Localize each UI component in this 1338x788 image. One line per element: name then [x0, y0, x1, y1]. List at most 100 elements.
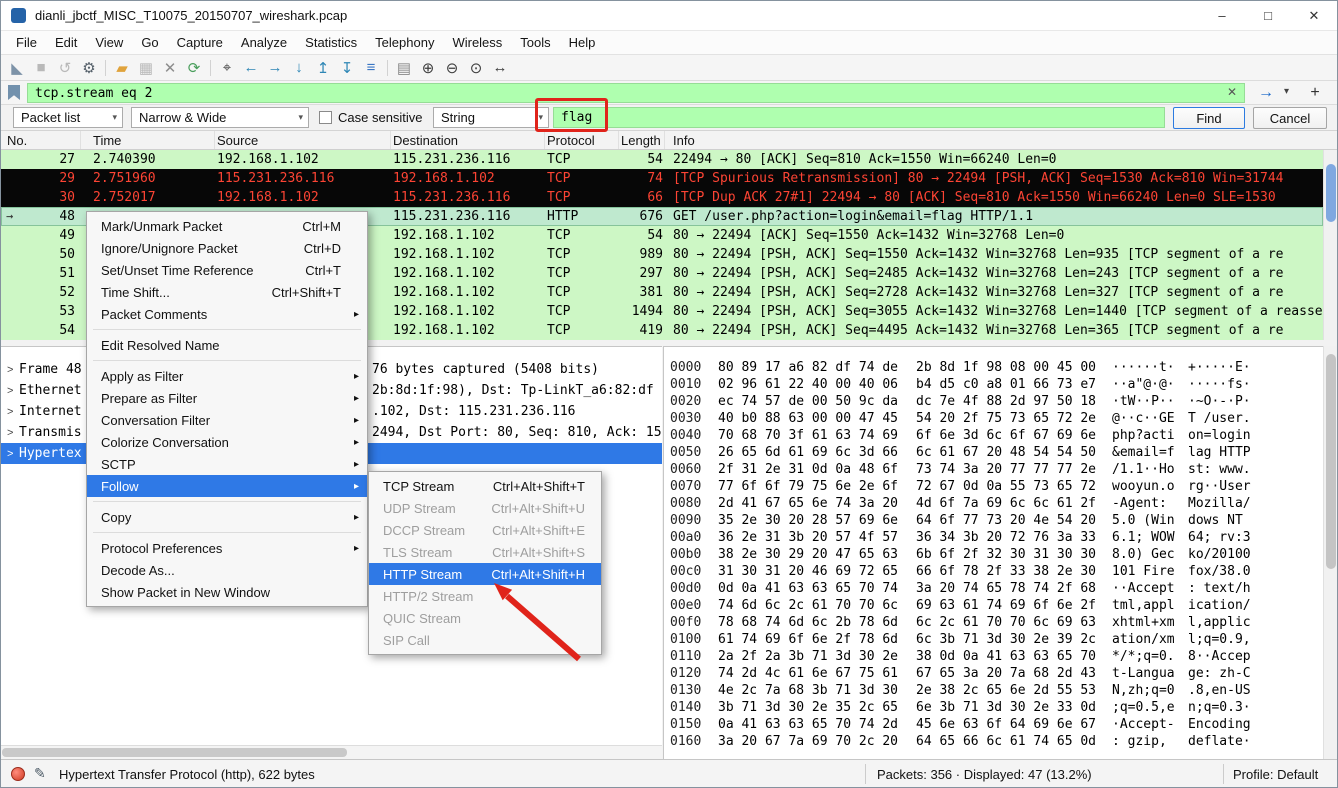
expand-arrow-icon[interactable]: > [1, 427, 19, 439]
close-button[interactable]: ✕ [1291, 1, 1337, 30]
packet-list-scrollbar[interactable] [1323, 150, 1337, 340]
apply-filter-button[interactable]: → [1253, 82, 1279, 103]
packet-row[interactable]: 29 2.751960 115.231.236.116 192.168.1.10… [1, 169, 1323, 188]
hex-row[interactable]: 00f0 78 68 74 6d 6c 2b 78 6d 6c 2c 61 70… [670, 614, 1323, 631]
first-packet-icon[interactable]: ↥ [311, 57, 335, 79]
cancel-button[interactable]: Cancel [1253, 107, 1327, 129]
column-header[interactable]: Info [665, 131, 1337, 149]
capture-options-icon[interactable]: ⚙ [77, 57, 101, 79]
context-menu-item[interactable]: Set/Unset Time Reference Ctrl+T [87, 259, 367, 281]
scrollbar-thumb[interactable] [2, 748, 347, 757]
hex-row[interactable]: 00e0 74 6d 6c 2c 61 70 70 6c 69 63 61 74… [670, 597, 1323, 614]
reload-icon[interactable]: ⟳ [182, 57, 206, 79]
menubar-item[interactable]: Analyze [232, 35, 296, 50]
submenu-item[interactable]: TCP Stream Ctrl+Alt+Shift+T [369, 475, 601, 497]
save-file-icon[interactable]: ▦ [134, 57, 158, 79]
last-packet-icon[interactable]: ↧ [335, 57, 359, 79]
forward-icon[interactable]: → [263, 57, 287, 79]
hex-row[interactable]: 0020 ec 74 57 de 00 50 9c da dc 7e 4f 88… [670, 393, 1323, 410]
search-input[interactable] [553, 107, 1165, 128]
toolbar-separator[interactable] [383, 57, 392, 79]
hex-row[interactable]: 0030 40 b0 88 63 00 00 47 45 54 20 2f 75… [670, 410, 1323, 427]
stop-capture-icon[interactable]: ■ [29, 57, 53, 79]
context-menu-item[interactable]: Conversation Filter ▸ [87, 409, 367, 431]
column-header[interactable]: Protocol [545, 131, 619, 149]
start-capture-icon[interactable]: ◣ [5, 57, 29, 79]
hex-row[interactable]: 00a0 36 2e 31 3b 20 57 4f 57 36 34 3b 20… [670, 529, 1323, 546]
context-menu-item[interactable]: Decode As... [87, 559, 367, 581]
find-packet-icon[interactable]: ⌖ [215, 57, 239, 79]
search-type-select[interactable]: String ▾ [433, 107, 549, 128]
context-menu-item[interactable] [87, 356, 367, 365]
zoom-out-icon[interactable]: ⊖ [440, 57, 464, 79]
filter-dropdown-caret-icon[interactable]: ▾ [1284, 86, 1289, 97]
column-header[interactable]: No. [1, 131, 81, 149]
hex-row[interactable]: 0150 0a 41 63 63 65 70 74 2d 45 6e 63 6f… [670, 716, 1323, 733]
context-menu-item[interactable]: Packet Comments ▸ [87, 303, 367, 325]
restart-capture-icon[interactable]: ↺ [53, 57, 77, 79]
hex-row[interactable]: 0010 02 96 61 22 40 00 40 06 b4 d5 c0 a8… [670, 376, 1323, 393]
autoscroll-icon[interactable]: ≡ [359, 57, 383, 79]
context-menu-item[interactable]: SCTP ▸ [87, 453, 367, 475]
hex-pane-scrollbar[interactable] [1323, 346, 1337, 759]
back-icon[interactable]: ← [239, 57, 263, 79]
submenu-item[interactable]: DCCP Stream Ctrl+Alt+Shift+E [369, 519, 601, 541]
maximize-button[interactable]: □ [1245, 1, 1291, 30]
context-menu-item[interactable]: Time Shift... Ctrl+Shift+T [87, 281, 367, 303]
case-sensitive-checkbox[interactable] [319, 111, 332, 124]
hex-row[interactable]: 0060 2f 31 2e 31 0d 0a 48 6f 73 74 3a 20… [670, 461, 1323, 478]
scrollbar-thumb[interactable] [1326, 164, 1336, 222]
menubar-item[interactable]: Go [132, 35, 167, 50]
context-menu-item[interactable]: Ignore/Unignore Packet Ctrl+D [87, 237, 367, 259]
context-menu-item[interactable]: Protocol Preferences ▸ [87, 537, 367, 559]
context-menu-item[interactable]: Prepare as Filter ▸ [87, 387, 367, 409]
find-button[interactable]: Find [1173, 107, 1245, 129]
expand-arrow-icon[interactable]: > [1, 406, 19, 418]
zoom-reset-icon[interactable]: ⊙ [464, 57, 488, 79]
expand-arrow-icon[interactable]: > [1, 385, 19, 397]
menubar-item[interactable]: Edit [46, 35, 86, 50]
column-header[interactable]: Destination [391, 131, 545, 149]
expand-arrow-icon[interactable]: > [1, 364, 19, 376]
menubar-item[interactable]: Wireless [443, 35, 511, 50]
context-menu-item[interactable] [87, 497, 367, 506]
charset-select[interactable]: Narrow & Wide ▾ [131, 107, 309, 128]
toolbar-separator[interactable] [101, 57, 110, 79]
menubar-item[interactable]: Capture [168, 35, 232, 50]
column-header[interactable]: Length [619, 131, 665, 149]
hex-row[interactable]: 0000 80 89 17 a6 82 df 74 de 2b 8d 1f 98… [670, 359, 1323, 376]
packet-row[interactable]: 30 2.752017 192.168.1.102 115.231.236.11… [1, 188, 1323, 207]
clear-filter-icon[interactable]: ✕ [1227, 85, 1237, 99]
menubar-item[interactable]: Tools [511, 35, 559, 50]
hex-row[interactable]: 0100 61 74 69 6f 6e 2f 78 6d 6c 3b 71 3d… [670, 631, 1323, 648]
goto-packet-icon[interactable]: ↓ [287, 57, 311, 79]
hex-row[interactable]: 0080 2d 41 67 65 6e 74 3a 20 4d 6f 7a 69… [670, 495, 1323, 512]
toolbar-separator[interactable] [206, 57, 215, 79]
colorize-icon[interactable]: ▤ [392, 57, 416, 79]
open-file-icon[interactable]: ▰ [110, 57, 134, 79]
capture-comment-icon[interactable]: ✎ [34, 765, 46, 782]
expand-arrow-icon[interactable]: > [1, 448, 19, 460]
context-menu-item[interactable]: Edit Resolved Name [87, 334, 367, 356]
menubar-item[interactable]: Help [560, 35, 605, 50]
context-menu-item[interactable] [87, 528, 367, 537]
hex-row[interactable]: 0140 3b 71 3d 30 2e 35 2c 65 6e 3b 71 3d… [670, 699, 1323, 716]
hex-row[interactable]: 0120 74 2d 4c 61 6e 67 75 61 67 65 3a 20… [670, 665, 1323, 682]
context-menu-item[interactable]: Follow ▸ [87, 475, 367, 497]
hex-row[interactable]: 00c0 31 30 31 20 46 69 72 65 66 6f 78 2f… [670, 563, 1323, 580]
context-menu-item[interactable]: Apply as Filter ▸ [87, 365, 367, 387]
status-profile[interactable]: Profile: Default [1233, 767, 1318, 782]
minimize-button[interactable]: – [1199, 1, 1245, 30]
column-header[interactable]: Source [215, 131, 391, 149]
hex-row[interactable]: 0040 70 68 70 3f 61 63 74 69 6f 6e 3d 6c… [670, 427, 1323, 444]
filter-bookmark-icon[interactable] [8, 85, 20, 100]
hex-row[interactable]: 0090 35 2e 30 20 28 57 69 6e 64 6f 77 73… [670, 512, 1323, 529]
scrollbar-thumb[interactable] [1326, 354, 1336, 569]
column-header[interactable]: Time [81, 131, 215, 149]
menubar-item[interactable]: File [7, 35, 46, 50]
expert-info-icon[interactable] [11, 767, 25, 781]
submenu-item[interactable]: UDP Stream Ctrl+Alt+Shift+U [369, 497, 601, 519]
context-menu-item[interactable]: Mark/Unmark Packet Ctrl+M [87, 215, 367, 237]
search-scope-select[interactable]: Packet list ▾ [13, 107, 123, 128]
resize-columns-icon[interactable]: ↔ [488, 57, 512, 79]
